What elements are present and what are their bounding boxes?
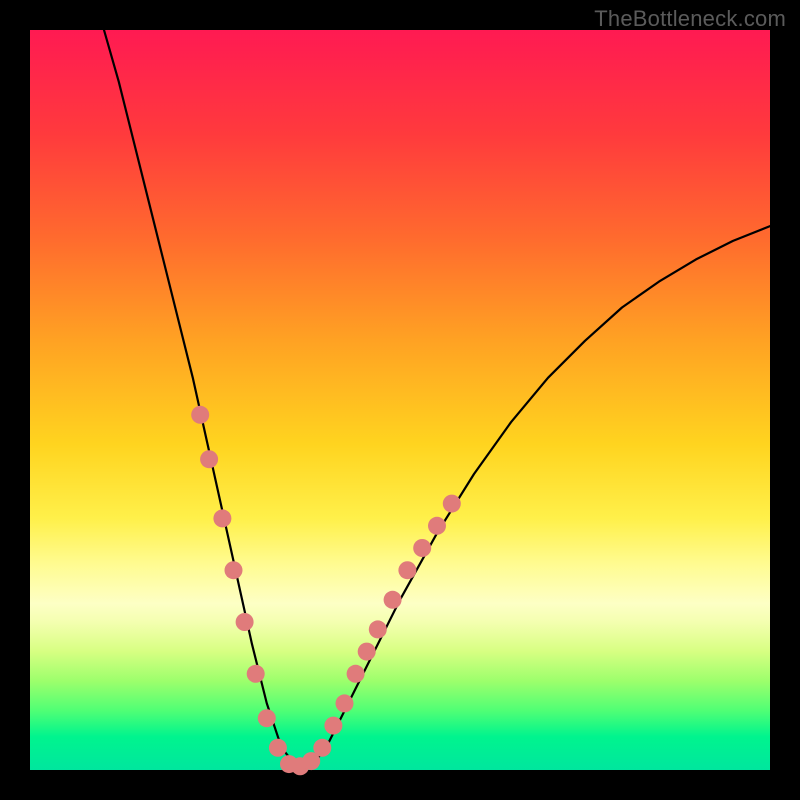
curve-marker: [384, 591, 402, 609]
curve-marker: [258, 709, 276, 727]
curve-markers: [191, 406, 461, 776]
curve-marker: [336, 694, 354, 712]
curve-marker: [269, 739, 287, 757]
curve-marker: [398, 561, 416, 579]
curve-marker: [324, 717, 342, 735]
curve-marker: [358, 643, 376, 661]
curve-layer: [30, 30, 770, 770]
plot-area: [30, 30, 770, 770]
curve-marker: [191, 406, 209, 424]
curve-marker: [347, 665, 365, 683]
chart-frame: TheBottleneck.com: [0, 0, 800, 800]
bottleneck-curve: [104, 30, 770, 766]
curve-marker: [236, 613, 254, 631]
curve-marker: [443, 495, 461, 513]
curve-marker: [369, 620, 387, 638]
watermark-label: TheBottleneck.com: [594, 6, 786, 32]
curve-marker: [428, 517, 446, 535]
curve-marker: [225, 561, 243, 579]
curve-marker: [413, 539, 431, 557]
curve-marker: [200, 450, 218, 468]
curve-marker: [247, 665, 265, 683]
curve-marker: [313, 739, 331, 757]
curve-marker: [213, 509, 231, 527]
